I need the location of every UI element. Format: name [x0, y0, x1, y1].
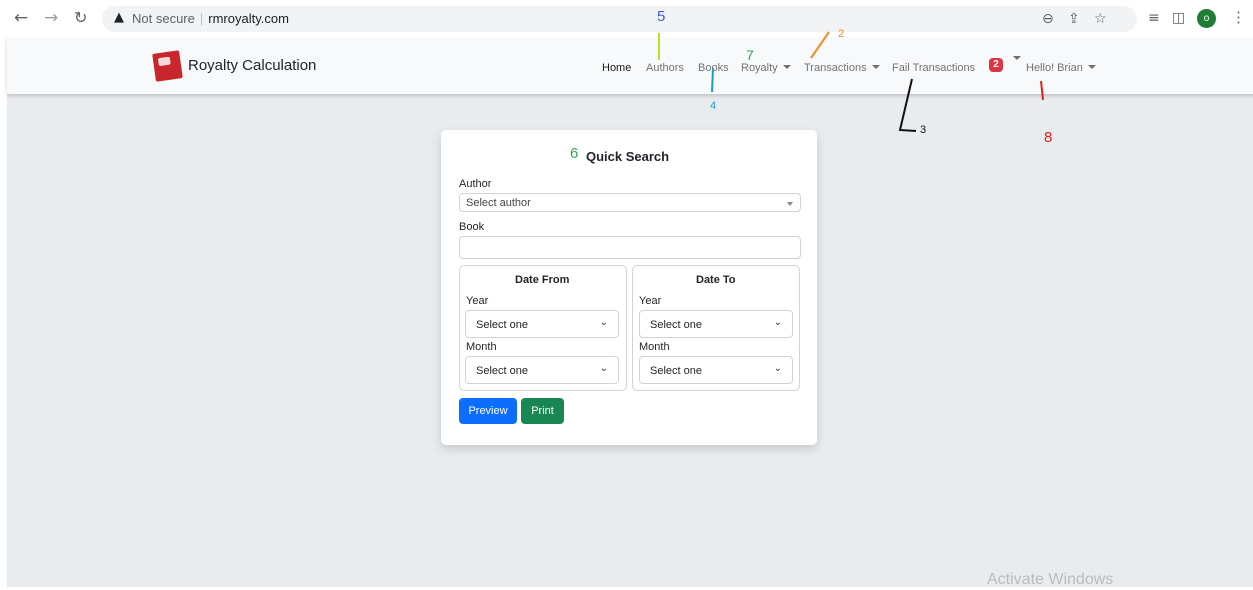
annotation-stroke-4 — [711, 67, 714, 93]
annotation-stroke-8 — [1040, 80, 1044, 101]
annotation-7: 7 — [746, 47, 754, 63]
annotation-strokes — [658, 31, 1044, 132]
annotation-stroke-2 — [810, 31, 830, 59]
annotation-4: 4 — [710, 100, 717, 112]
annotation-3: 3 — [920, 124, 927, 136]
annotation-6: 6 — [570, 145, 579, 162]
annotation-5: 5 — [657, 8, 666, 25]
annotation-stroke-3 — [898, 78, 917, 132]
annotation-2: 2 — [838, 28, 845, 40]
annotation-8: 8 — [1044, 129, 1053, 146]
